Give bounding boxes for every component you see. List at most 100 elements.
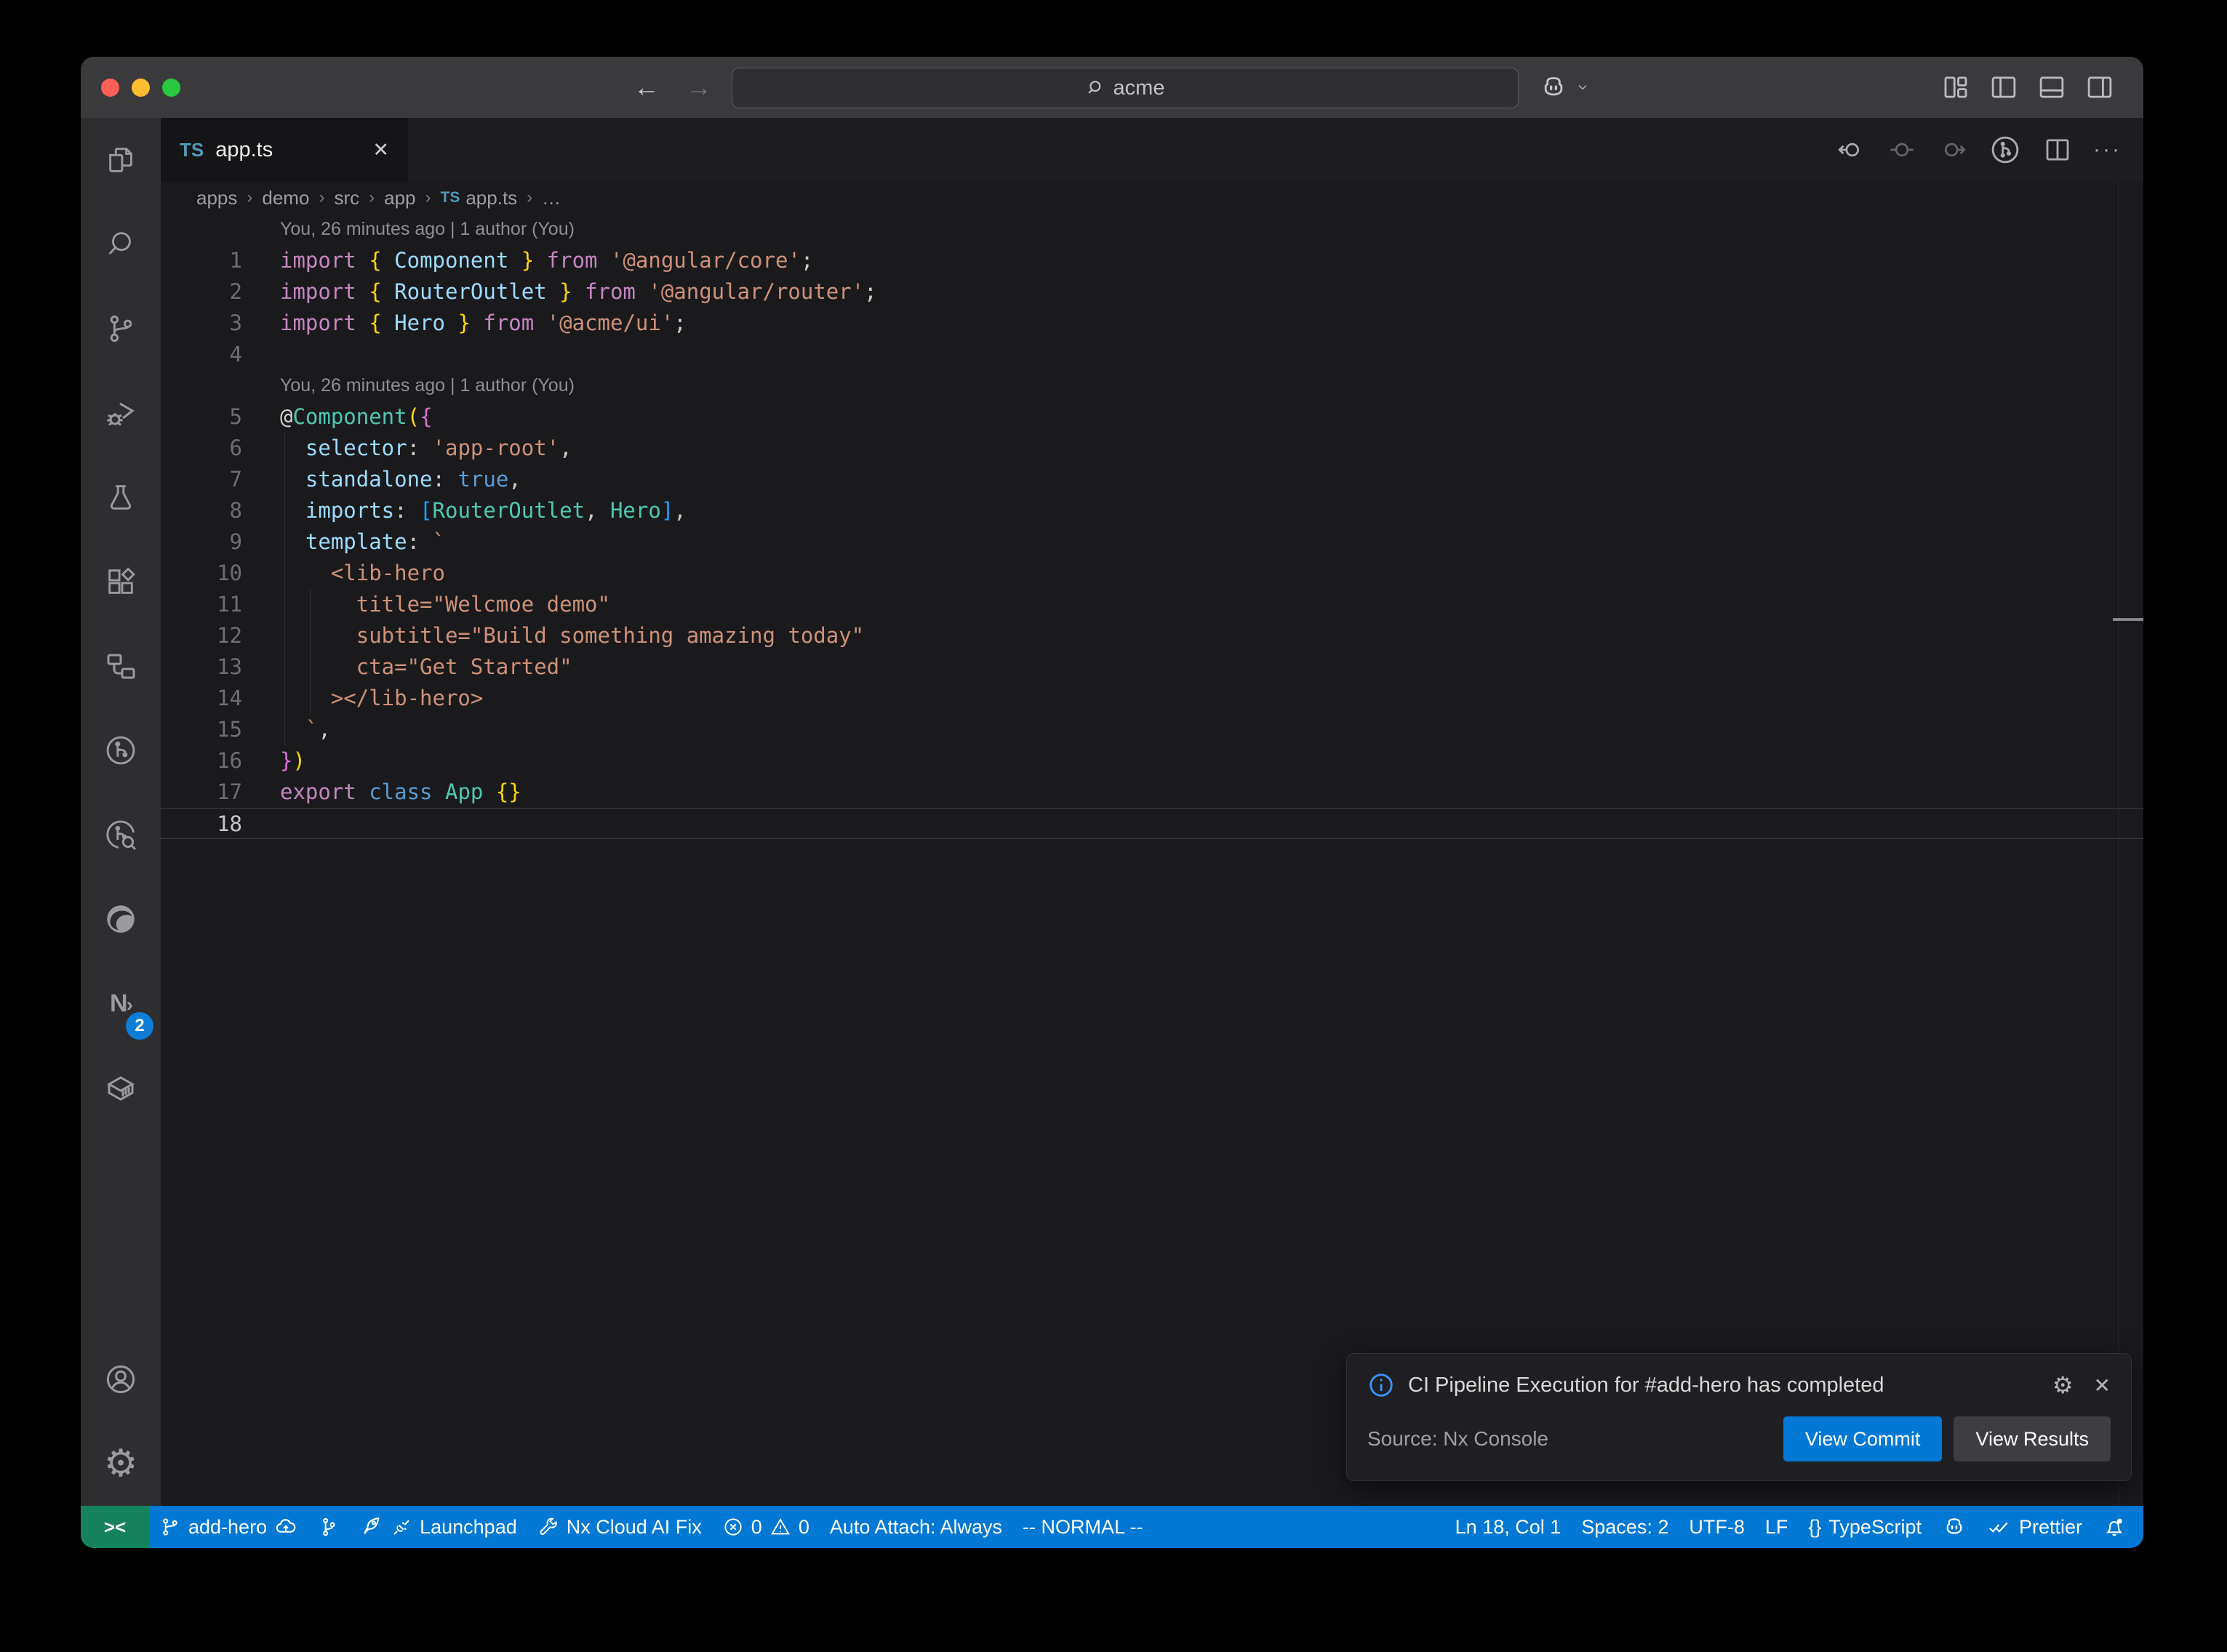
line-number: 12 <box>161 620 242 651</box>
status-bar-right: Ln 18, Col 1 Spaces: 2 UTF-8 LF {} TypeS… <box>1445 1506 2143 1548</box>
more-actions-icon[interactable]: ··· <box>2093 137 2122 162</box>
view-commit-button[interactable]: View Commit <box>1783 1416 1943 1461</box>
editor-group: TS app.ts ✕ <box>161 118 2143 1506</box>
minimize-window-button[interactable] <box>132 79 150 97</box>
customize-layout-icon[interactable] <box>1940 72 1972 103</box>
vim-mode-status[interactable]: -- NORMAL -- <box>1012 1506 1153 1548</box>
cursor-position-status[interactable]: Ln 18, Col 1 <box>1445 1506 1572 1548</box>
close-window-button[interactable] <box>101 79 119 97</box>
code-line-16[interactable]: 16}) <box>161 745 2143 777</box>
previous-change-icon[interactable] <box>1836 135 1866 165</box>
nx-cloud-ai-fix-status[interactable]: Nx Cloud AI Fix <box>527 1506 712 1548</box>
toggle-primary-sidebar-icon[interactable] <box>1988 72 2020 103</box>
blame-annotation[interactable]: You, 26 minutes ago | 1 author (You) <box>161 370 2143 401</box>
references-icon[interactable] <box>81 624 161 708</box>
line-number: 8 <box>161 495 242 526</box>
command-center-search[interactable]: acme <box>732 68 1519 108</box>
code-line-4[interactable]: 4 <box>161 339 2143 370</box>
remote-indicator[interactable]: >< <box>81 1506 149 1548</box>
plug-icon <box>391 1516 412 1538</box>
testing-icon[interactable] <box>81 455 161 540</box>
problems-status[interactable]: 0 0 <box>712 1506 820 1548</box>
code-line-12[interactable]: 12 subtitle="Build something amazing tod… <box>161 620 2143 651</box>
code-line-7[interactable]: 7 standalone: true, <box>161 464 2143 495</box>
code-editor[interactable]: You, 26 minutes ago | 1 author (You)1imp… <box>161 214 2143 839</box>
code-line-11[interactable]: 11 title="Welcmoe demo" <box>161 589 2143 620</box>
wrench-icon <box>537 1516 559 1538</box>
breadcrumb-separator-icon: › <box>527 188 532 208</box>
scrollbar-decoration[interactable] <box>2113 618 2143 621</box>
notification-close-icon[interactable]: ✕ <box>2094 1374 2111 1398</box>
close-tab-icon[interactable]: ✕ <box>372 139 389 161</box>
code-line-15[interactable]: 15 `, <box>161 714 2143 745</box>
code-line-5[interactable]: 5@Component({ <box>161 401 2143 433</box>
gitlens-icon[interactable] <box>81 708 161 793</box>
eol-status[interactable]: LF <box>1755 1506 1799 1548</box>
breadcrumb-item[interactable]: demo <box>262 187 309 209</box>
code-line-2[interactable]: 2import { RouterOutlet } from '@angular/… <box>161 276 2143 308</box>
tab-app-ts[interactable]: TS app.ts ✕ <box>161 118 408 182</box>
accounts-icon[interactable] <box>81 1337 161 1422</box>
indentation-status[interactable]: Spaces: 2 <box>1571 1506 1679 1548</box>
code-line-8[interactable]: 8 imports: [RouterOutlet, Hero], <box>161 495 2143 526</box>
commit-graph-status[interactable] <box>308 1506 350 1548</box>
commit-graph-icon[interactable] <box>1988 133 2022 167</box>
split-editor-icon[interactable] <box>2042 135 2073 165</box>
scrollbar-gutter <box>2118 182 2119 1506</box>
containers-icon[interactable] <box>81 1046 161 1130</box>
notifications-bell[interactable] <box>2092 1506 2136 1548</box>
gitlens-inspect-icon[interactable] <box>81 793 161 877</box>
line-number: 6 <box>161 433 242 464</box>
zoom-window-button[interactable] <box>162 79 180 97</box>
go-forward-button[interactable]: → <box>686 72 712 103</box>
notification-toast: CI Pipeline Execution for #add-hero has … <box>1346 1353 2132 1481</box>
line-number: 10 <box>161 558 242 589</box>
edge-browser-icon[interactable] <box>81 877 161 961</box>
code-line-1[interactable]: 1import { Component } from '@angular/cor… <box>161 245 2143 276</box>
nx-console-icon[interactable]: N› 2 <box>81 961 161 1046</box>
run-debug-icon[interactable] <box>81 371 161 455</box>
copilot-status[interactable] <box>1932 1506 1977 1548</box>
toggle-panel-icon[interactable] <box>2036 72 2068 103</box>
code-line-17[interactable]: 17export class App {} <box>161 777 2143 808</box>
source-control-icon[interactable] <box>81 286 161 371</box>
formatter-status[interactable]: Prettier <box>1977 1506 2092 1548</box>
launchpad-status[interactable]: Launchpad <box>350 1506 527 1548</box>
explorer-icon[interactable] <box>81 118 161 202</box>
breadcrumb-item[interactable]: apps <box>196 187 237 209</box>
window-controls <box>101 57 180 118</box>
breadcrumb-separator-icon: › <box>369 188 375 208</box>
toggle-secondary-sidebar-icon[interactable] <box>2084 72 2116 103</box>
code-line-9[interactable]: 9 template: ` <box>161 526 2143 558</box>
view-results-button[interactable]: View Results <box>1954 1416 2111 1461</box>
breadcrumb-item[interactable]: app <box>384 187 415 209</box>
git-branch-status[interactable]: add-hero <box>149 1506 308 1548</box>
line-number: 9 <box>161 526 242 558</box>
typescript-file-icon: TS <box>180 139 204 161</box>
search-value: acme <box>1114 76 1165 100</box>
settings-gear-icon[interactable]: ⚙ <box>81 1422 161 1506</box>
search-view-icon[interactable] <box>81 202 161 286</box>
code-line-10[interactable]: 10 <lib-hero <box>161 558 2143 589</box>
current-change-icon[interactable] <box>1887 135 1917 165</box>
breadcrumb-item[interactable]: … <box>542 187 561 209</box>
breadcrumb-item[interactable]: TSapp.ts <box>441 187 518 209</box>
typescript-file-icon: TS <box>441 189 460 206</box>
code-line-18[interactable]: 18 <box>161 808 2143 839</box>
auto-attach-status[interactable]: Auto Attach: Always <box>820 1506 1012 1548</box>
line-number: 17 <box>161 777 242 808</box>
code-line-6[interactable]: 6 selector: 'app-root', <box>161 433 2143 464</box>
encoding-status[interactable]: UTF-8 <box>1679 1506 1755 1548</box>
go-back-button[interactable]: ← <box>633 72 660 103</box>
code-line-3[interactable]: 3import { Hero } from '@acme/ui'; <box>161 308 2143 339</box>
next-change-icon[interactable] <box>1938 135 1968 165</box>
notification-settings-icon[interactable]: ⚙ <box>2052 1371 2074 1399</box>
language-mode-status[interactable]: {} TypeScript <box>1798 1506 1932 1548</box>
copilot-menu[interactable] <box>1539 57 1590 118</box>
code-line-13[interactable]: 13 cta="Get Started" <box>161 651 2143 683</box>
breadcrumb-item[interactable]: src <box>334 187 359 209</box>
blame-annotation[interactable]: You, 26 minutes ago | 1 author (You) <box>161 214 2143 245</box>
code-line-14[interactable]: 14 ></lib-hero> <box>161 683 2143 714</box>
extensions-icon[interactable] <box>81 540 161 624</box>
indent-guide <box>284 433 285 745</box>
